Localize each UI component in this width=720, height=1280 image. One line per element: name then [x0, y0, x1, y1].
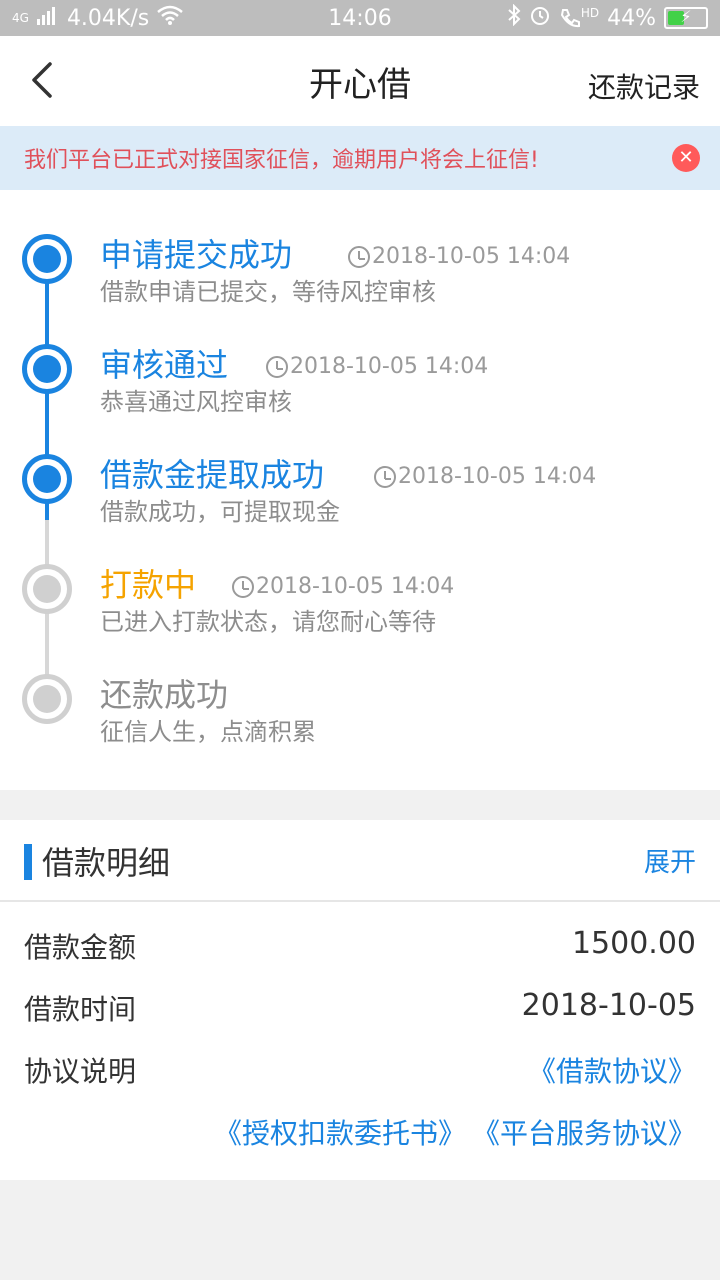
- agreement-label: 协议说明: [24, 1055, 137, 1088]
- timeline-step-submitted: 申请提交成功 2018-10-05 14:04 借款申请已提交，等待风控审核: [0, 190, 720, 306]
- section-accent-bar: [24, 844, 32, 880]
- clock-icon: [374, 465, 396, 488]
- platform-service-agreement-link[interactable]: 《平台服务协议》: [472, 1112, 696, 1152]
- step-time: 2018-10-05 14:04: [232, 574, 454, 599]
- timeline-step-withdrawn: 借款金提取成功 2018-10-05 14:04 借款成功，可提取现金: [0, 410, 720, 526]
- bluetooth-icon: [507, 3, 521, 32]
- step-dot-done: [22, 234, 72, 284]
- authorization-letter-link[interactable]: 《授权扣款委托书》: [214, 1112, 466, 1152]
- charging-icon: ⚡: [680, 7, 692, 26]
- loan-amount-row: 借款金额 1500.00: [0, 918, 720, 978]
- network-speed: 4.04K/s: [66, 5, 150, 31]
- step-title: 打款中: [100, 566, 197, 604]
- loan-amount-value: 1500.00: [571, 926, 696, 961]
- step-time-text: 2018-10-05 14:04: [290, 354, 489, 379]
- loan-detail-section: 借款明细 展开 借款金额 1500.00 借款时间 2018-10-05 协议说…: [0, 820, 720, 1180]
- step-desc: 征信人生，点滴积累: [100, 718, 316, 746]
- loan-agreement-link[interactable]: 《借款协议》: [528, 1050, 696, 1090]
- nav-bar: 开心借 还款记录: [0, 36, 720, 126]
- loan-detail-title: 借款明细: [42, 844, 171, 882]
- expand-button[interactable]: 展开: [644, 842, 696, 879]
- step-dot-done: [22, 344, 72, 394]
- step-dot-pending: [22, 674, 72, 724]
- battery-icon: ⚡: [664, 7, 708, 29]
- loan-time-label: 借款时间: [24, 993, 137, 1026]
- battery-percent: 44%: [607, 5, 656, 31]
- close-icon: ✕: [678, 147, 694, 168]
- page-title: 开心借: [309, 64, 411, 105]
- timeline-step-approved: 审核通过 2018-10-05 14:04 恭喜通过风控审核: [0, 300, 720, 416]
- step-time: 2018-10-05 14:04: [266, 354, 488, 379]
- notice-banner: 我们平台已正式对接国家征信，逾期用户将会上征信! ✕: [0, 126, 720, 190]
- repayment-record-link[interactable]: 还款记录: [588, 66, 700, 106]
- progress-timeline: 申请提交成功 2018-10-05 14:04 借款申请已提交，等待风控审核 审…: [0, 190, 720, 790]
- notice-text: 我们平台已正式对接国家征信，逾期用户将会上征信!: [24, 148, 539, 173]
- wifi-icon: [157, 5, 184, 31]
- step-title: 申请提交成功: [100, 236, 293, 274]
- close-notice-button[interactable]: ✕: [672, 144, 700, 172]
- step-title: 审核通过: [100, 346, 229, 384]
- page-background: [0, 1180, 720, 1280]
- clock-icon: [348, 245, 370, 268]
- status-bar: 4G 4.04K/s 14:06 HD 44% ⚡: [0, 0, 720, 36]
- agreement-row: 协议说明 《借款协议》: [0, 1042, 720, 1102]
- clock-icon: [232, 575, 254, 598]
- loan-amount-label: 借款金额: [24, 931, 137, 964]
- loan-detail-header: 借款明细 展开: [0, 820, 720, 900]
- signal-icon: [36, 6, 59, 31]
- step-title: 还款成功: [100, 676, 229, 714]
- agreement-links: 《授权扣款委托书》 《平台服务协议》: [214, 1112, 696, 1152]
- hd-badge: HD: [580, 6, 600, 20]
- back-button[interactable]: [26, 60, 58, 100]
- step-title: 借款金提取成功: [100, 456, 325, 494]
- step-time-text: 2018-10-05 14:04: [398, 464, 597, 489]
- timeline-step-repaid: 还款成功 征信人生，点滴积累: [0, 630, 720, 746]
- step-dot-pending: [22, 564, 72, 614]
- timeline-step-paying: 打款中 2018-10-05 14:04 已进入打款状态，请您耐心等待: [0, 520, 720, 636]
- step-time: 2018-10-05 14:04: [348, 244, 570, 269]
- divider: [0, 900, 720, 902]
- agreement-links-row: 《授权扣款委托书》 《平台服务协议》: [0, 1104, 720, 1164]
- section-gap: [0, 790, 720, 820]
- alarm-icon: [529, 4, 551, 32]
- step-time-text: 2018-10-05 14:04: [372, 244, 571, 269]
- call-hd-icon: HD: [559, 7, 599, 29]
- step-time-text: 2018-10-05 14:04: [256, 574, 455, 599]
- network-type: 4G: [12, 11, 29, 25]
- loan-time-value: 2018-10-05: [521, 988, 696, 1023]
- chevron-left-icon: [32, 62, 52, 98]
- step-dot-done: [22, 454, 72, 504]
- loan-time-row: 借款时间 2018-10-05: [0, 980, 720, 1040]
- step-time: 2018-10-05 14:04: [374, 464, 596, 489]
- clock-icon: [266, 355, 288, 378]
